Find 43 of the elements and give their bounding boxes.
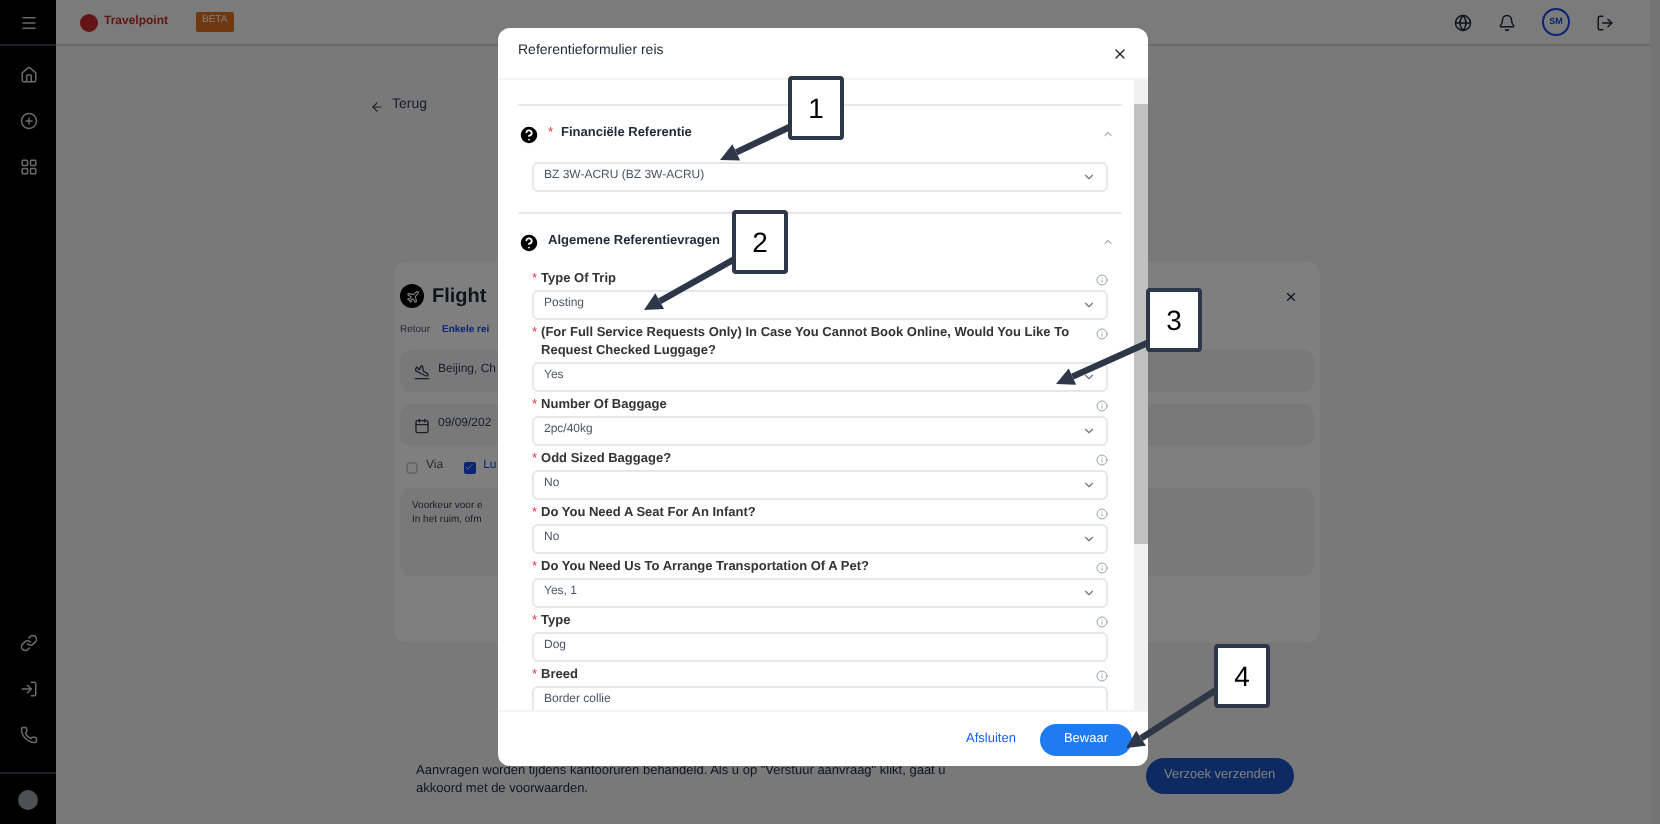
avatar-icon[interactable] [18, 789, 38, 809]
chevron-icon [1082, 170, 1096, 184]
info-icon[interactable] [1096, 274, 1108, 286]
callout-label: 3 [1146, 288, 1202, 352]
chevron-icon [1082, 370, 1096, 384]
info-icon[interactable] [1096, 400, 1108, 412]
grid-icon[interactable] [19, 158, 37, 176]
calendar-icon [414, 417, 430, 433]
chevron-icon [1082, 532, 1096, 546]
link-icon[interactable] [19, 634, 37, 652]
login-icon[interactable] [19, 680, 37, 698]
chevron-icon [1082, 586, 1096, 600]
info-icon[interactable] [1096, 616, 1108, 628]
collapse-toggle[interactable] [1102, 128, 1114, 140]
home-icon[interactable] [19, 66, 37, 84]
menu-icon[interactable] [19, 13, 37, 31]
plane-icon [400, 284, 424, 308]
chevron-icon [1082, 478, 1096, 492]
section-icon [518, 123, 540, 145]
chevron-icon [1082, 424, 1096, 438]
info-icon[interactable] [1096, 562, 1108, 574]
globe-icon[interactable] [1454, 13, 1472, 31]
close-icon[interactable] [1112, 45, 1128, 61]
callout-label: 2 [732, 210, 788, 274]
card-title: Flight [432, 283, 487, 311]
info-icon[interactable] [1096, 670, 1108, 682]
callout-label: 4 [1214, 644, 1270, 708]
info-icon[interactable] [1096, 454, 1108, 466]
section-icon [518, 231, 540, 253]
bell-icon[interactable] [1498, 13, 1516, 31]
info-icon[interactable] [1096, 508, 1108, 520]
info-icon[interactable] [1096, 328, 1108, 340]
add-icon[interactable] [19, 112, 37, 130]
plane-landing-icon [414, 363, 430, 379]
logo-icon [80, 13, 98, 31]
dialog-scrollbar[interactable] [1134, 80, 1148, 710]
phone-icon[interactable] [19, 726, 37, 744]
back-arrow-icon [370, 99, 384, 114]
logout-icon[interactable] [1596, 13, 1614, 31]
collapse-toggle[interactable] [1102, 236, 1114, 248]
arrow [1126, 687, 1218, 748]
chevron-icon [1082, 298, 1096, 312]
callout-label: 1 [788, 76, 844, 140]
